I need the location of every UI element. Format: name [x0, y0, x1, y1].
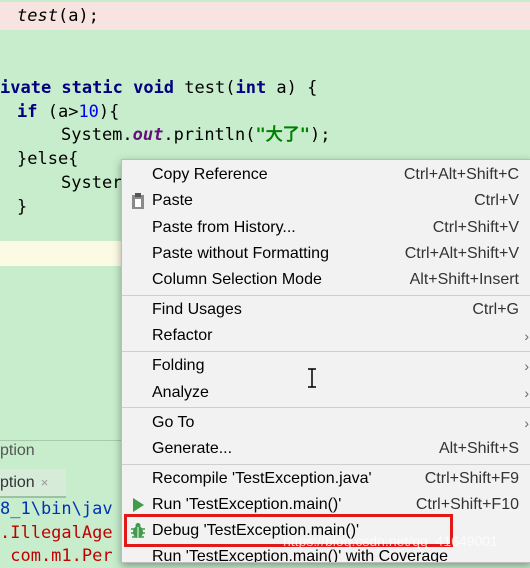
menu-item-label: Analyze	[152, 384, 209, 401]
submenu-arrow-icon: ›	[524, 358, 529, 374]
menu-item-shortcut: Alt+Shift+Insert	[409, 271, 519, 288]
menu-item-copy-reference[interactable]: Copy Reference Ctrl+Alt+Shift+C	[122, 162, 530, 188]
run-tab[interactable]: ption ×	[0, 469, 66, 498]
code-line-1: test(a);	[17, 4, 99, 28]
menu-item-label: Folding	[152, 357, 205, 374]
menu-item-paste-from-history[interactable]: Paste from History... Ctrl+Shift+V	[122, 215, 530, 241]
submenu-arrow-icon: ›	[524, 385, 529, 401]
menu-item-paste[interactable]: Paste Ctrl+V	[122, 188, 530, 214]
context-menu: Copy Reference Ctrl+Alt+Shift+C Paste Ctrl…	[121, 159, 530, 563]
keyword: int	[235, 78, 267, 98]
code-text: a) {	[266, 78, 318, 98]
menu-item-folding[interactable]: Folding ›	[122, 353, 530, 379]
menu-item-label: Paste from History...	[152, 219, 296, 236]
code-text: System.	[61, 125, 133, 145]
run-icon	[133, 498, 144, 512]
menu-item-label: Column Selection Mode	[152, 271, 322, 288]
menu-separator	[122, 295, 530, 296]
menu-item-column-selection-mode[interactable]: Column Selection Mode Alt+Shift+Insert	[122, 267, 530, 293]
tool-window-title: ption	[0, 442, 35, 459]
code-line-4: System.out.println("大了");	[61, 123, 330, 147]
menu-item-shortcut: Ctrl+V	[474, 192, 519, 209]
menu-separator	[122, 407, 530, 408]
code-text: test(	[174, 78, 236, 98]
code-line-7: }	[17, 197, 28, 217]
menu-item-label: Find Usages	[152, 301, 242, 318]
code-line-6: Syster	[61, 173, 123, 193]
menu-item-label: Generate...	[152, 440, 233, 457]
menu-item-analyze[interactable]: Analyze ›	[122, 380, 530, 406]
submenu-arrow-icon: ›	[524, 415, 529, 431]
menu-item-label: Refactor	[152, 327, 213, 344]
menu-item-label: Go To	[152, 414, 195, 431]
run-tab-label: ption	[0, 474, 35, 491]
menu-item-refactor[interactable]: Refactor ›	[122, 323, 530, 349]
menu-item-generate[interactable]: Generate... Alt+Shift+S	[122, 436, 530, 462]
menu-item-shortcut: Ctrl+Shift+V	[432, 219, 519, 236]
code-line-5: }else{	[17, 149, 79, 169]
method-call: test	[17, 6, 58, 26]
code-line-3: if (a>10){	[17, 100, 119, 124]
menu-item-go-to[interactable]: Go To ›	[122, 410, 530, 436]
menu-item-paste-without-formatting[interactable]: Paste without Formatting Ctrl+Alt+Shift+V	[122, 241, 530, 267]
code-text: .println(	[163, 125, 256, 145]
console-line-1: 8_1\bin\jav	[0, 499, 113, 519]
keyword: if	[17, 102, 38, 122]
close-icon[interactable]: ×	[41, 475, 49, 490]
menu-item-shortcut: Ctrl+Shift+F9	[424, 470, 519, 487]
menu-item-shortcut: Ctrl+Alt+Shift+V	[404, 245, 519, 262]
code-text: (a>	[37, 102, 79, 122]
keyword: void	[133, 78, 175, 98]
code-text: );	[309, 125, 331, 145]
watermark: https://blog.csdn.net/qq_41649001	[283, 533, 498, 549]
menu-item-shortcut: Ctrl+G	[472, 301, 519, 318]
number-literal: 10	[78, 102, 99, 122]
menu-item-find-usages[interactable]: Find Usages Ctrl+G	[122, 297, 530, 323]
console-line-2: .IllegalAge	[0, 523, 113, 543]
menu-item-shortcut: Alt+Shift+S	[438, 440, 519, 457]
static-field: out	[132, 125, 164, 145]
menu-item-label: Paste	[152, 192, 193, 209]
menu-item-label: Paste without Formatting	[152, 245, 329, 262]
string-literal: "大了"	[255, 125, 310, 145]
menu-item-label: Copy Reference	[152, 166, 268, 183]
code-text: ){	[98, 102, 120, 122]
menu-item-recompile[interactable]: Recompile 'TestException.java' Ctrl+Shift…	[122, 466, 530, 492]
menu-item-label: Recompile 'TestException.java'	[152, 470, 372, 487]
code-text: (a);	[57, 6, 99, 26]
submenu-arrow-icon: ›	[524, 328, 529, 344]
menu-separator	[122, 464, 530, 465]
paste-icon	[132, 193, 144, 209]
keyword: ivate	[0, 78, 62, 98]
menu-separator	[122, 351, 530, 352]
menu-item-shortcut: Ctrl+Alt+Shift+C	[403, 166, 519, 183]
console-line-3: com.m1.Per	[0, 546, 113, 566]
keyword: static	[61, 78, 123, 98]
text-cursor-icon	[308, 368, 316, 388]
code-line-2: ivate static void test(int a) {	[0, 76, 317, 100]
